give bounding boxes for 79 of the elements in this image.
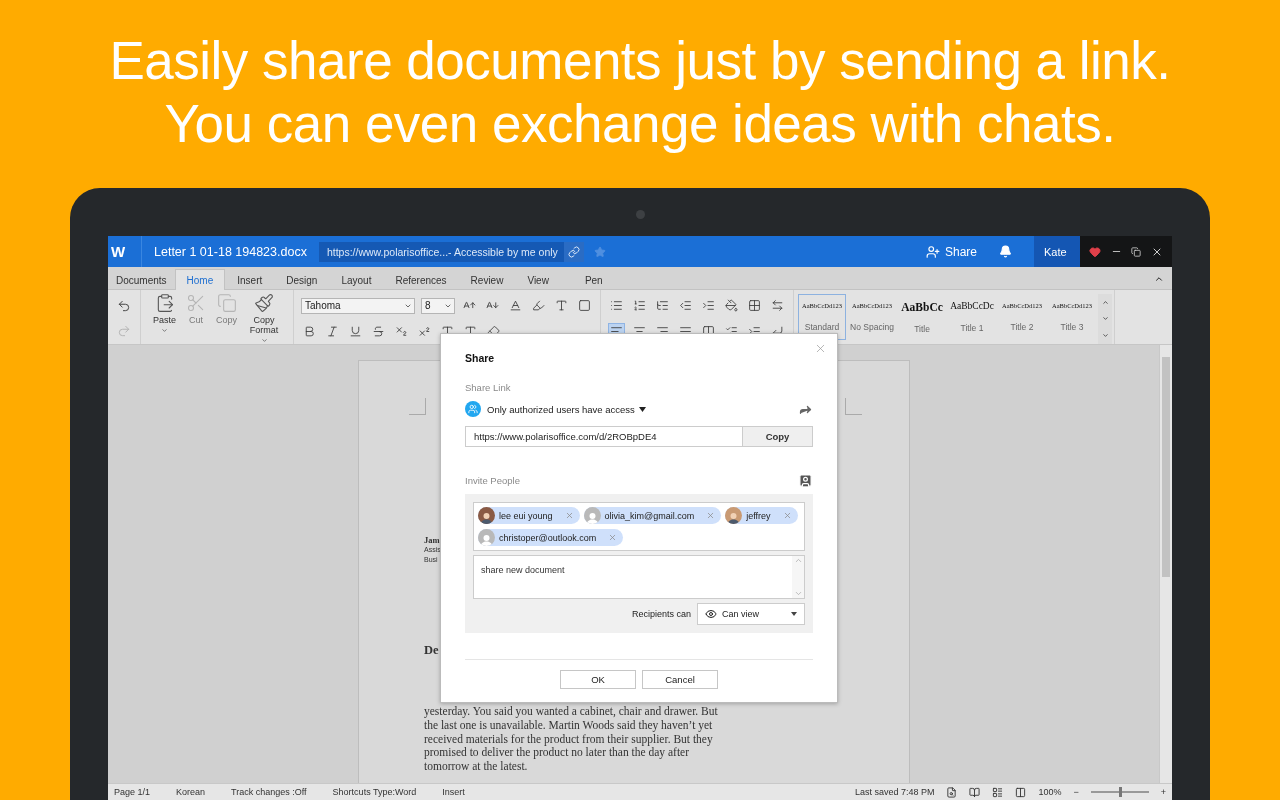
ribbon-tab[interactable]: Design — [274, 269, 330, 290]
font-size-select[interactable]: 8 — [421, 297, 456, 314]
status-item: Page 1/1 — [114, 787, 151, 797]
document-text: De — [424, 643, 439, 658]
caret-icon — [638, 406, 646, 412]
user-menu[interactable]: Kate — [1034, 236, 1080, 267]
ribbon-tab[interactable]: References — [383, 269, 459, 290]
section-label: Share Link — [465, 382, 511, 393]
ribbon-tab[interactable]: Documents — [108, 269, 175, 290]
ribbon-tab[interactable]: Review — [458, 269, 516, 290]
clipboard-button[interactable]: Paste — [148, 293, 181, 334]
eye-icon — [705, 608, 717, 620]
ok-button[interactable]: OK — [560, 670, 636, 689]
font-select[interactable]: Tahoma — [301, 297, 416, 314]
zoom-out-button[interactable]: − — [1073, 787, 1079, 797]
style-option[interactable]: AaBbCc Title — [898, 294, 947, 340]
recipient-chip: jeffrey — [725, 507, 798, 524]
status-item: Insert — [442, 787, 465, 797]
headline: Easily share documents just by sending a link. — [109, 30, 1171, 92]
close-icon — [706, 511, 716, 520]
share-button[interactable]: Share — [925, 244, 977, 259]
expand-icon[interactable] — [1101, 332, 1109, 340]
person-plus-icon — [925, 244, 940, 259]
zoom-percent: 100% — [1038, 787, 1062, 797]
recipient-chip: olivia_kim@gmail.com — [583, 507, 722, 524]
zoom-slider-thumb[interactable] — [1118, 787, 1122, 797]
paintbrush-icon — [254, 293, 275, 313]
document-text: Jam — [424, 535, 440, 545]
last-saved: Last saved 7:48 PM — [854, 787, 935, 797]
read-mode-icon[interactable] — [969, 786, 981, 798]
access-dropdown[interactable]: Only authorized users have access — [487, 403, 646, 415]
section-label: Invite People — [465, 475, 520, 486]
clipboard-button[interactable]: Copy Format — [242, 293, 287, 344]
scrollbar[interactable] — [1159, 345, 1172, 783]
document-paragraph: yesterday. You said you wanted a cabinet, chair and drawer. But the last one is unavailable. Martin Woods said they haven’t yet received materials for the product from their supplier. But they promised to deliver the product no later than the day after tomorrow at the latest. — [424, 705, 718, 774]
ribbon-tab[interactable]: View — [515, 269, 561, 290]
ribbon-tab[interactable]: Pen — [572, 269, 615, 290]
star-icon[interactable] — [593, 245, 606, 258]
document-search-icon[interactable] — [946, 786, 958, 798]
outline-icon[interactable] — [992, 786, 1004, 798]
dialog-title: Share — [465, 352, 495, 364]
scroll-up-icon[interactable] — [1101, 298, 1109, 306]
margin-mark — [845, 398, 862, 415]
document-title: Letter 1 01-18 194823.docx — [154, 244, 307, 259]
recipient-chip: lee eui young — [478, 507, 580, 524]
scissors-icon — [186, 293, 206, 313]
camera-icon — [635, 210, 645, 219]
caret-icon — [791, 612, 797, 616]
close-icon — [564, 511, 574, 520]
style-option[interactable]: AaBbCcDc Title 1 — [948, 294, 997, 340]
two-page-icon[interactable] — [1015, 786, 1027, 798]
copy-icon — [216, 293, 237, 313]
contacts-icon[interactable] — [798, 473, 813, 488]
ribbon-tab[interactable]: Home — [174, 269, 226, 290]
heart-icon[interactable] — [1088, 245, 1101, 258]
copy-button[interactable]: Copy — [742, 426, 813, 447]
recipients-label: Recipients can — [631, 609, 691, 619]
zoom-in-button[interactable]: + — [1160, 787, 1166, 797]
cancel-button[interactable]: Cancel — [642, 670, 718, 689]
margin-mark — [409, 398, 426, 415]
ribbon-tab[interactable]: Layout — [329, 269, 384, 290]
bell-icon[interactable] — [999, 245, 1012, 258]
caret-icon[interactable] — [161, 327, 168, 334]
headline: You can even exchange ideas with chats. — [164, 93, 1116, 155]
permission-select[interactable]: Can view — [697, 603, 805, 625]
ribbon-tab[interactable]: Insert — [225, 269, 275, 290]
scroll-down-icon[interactable] — [1101, 315, 1109, 323]
collapse-icon[interactable] — [1154, 274, 1164, 284]
caret-icon[interactable] — [260, 337, 268, 344]
restore-icon[interactable] — [1131, 246, 1142, 257]
link-icon[interactable] — [567, 245, 580, 258]
share-link-field[interactable]: https://www.polarisoffice...- Accessible by me only — [318, 241, 584, 262]
close-icon — [782, 511, 792, 520]
status-item: Track changes :Off — [231, 787, 307, 797]
recipient-chip: christoper@outlook.com — [478, 529, 624, 546]
status-item: Shortcuts Type:Word — [332, 787, 417, 797]
users-icon — [465, 401, 481, 417]
close-icon — [608, 533, 618, 542]
status-item: Korean — [176, 787, 206, 797]
